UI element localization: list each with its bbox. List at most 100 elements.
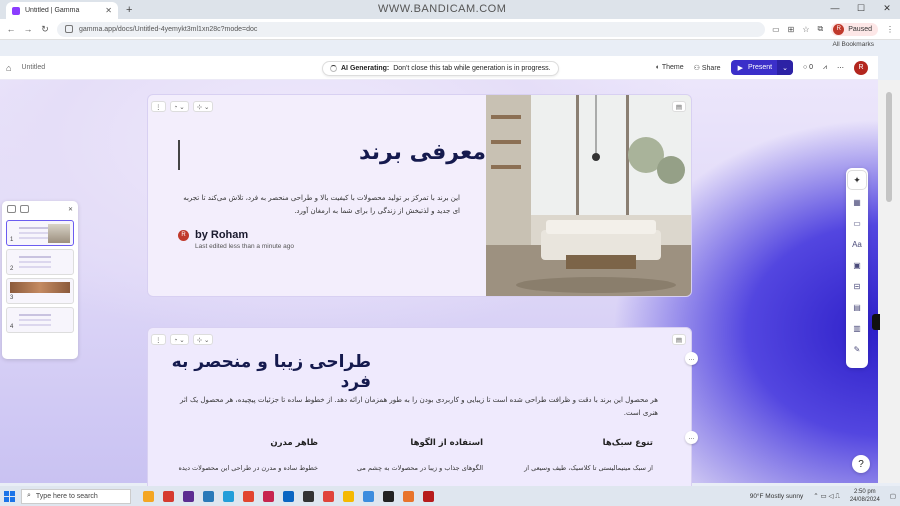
close-tab-icon[interactable]: ✕ xyxy=(105,6,112,15)
forward-icon[interactable]: → xyxy=(23,24,33,34)
app-icon[interactable] xyxy=(303,490,314,502)
card-title[interactable]: طراحی زیبا و منحصر به فرد xyxy=(148,352,371,392)
author-row: R by Roham xyxy=(178,229,248,241)
record-icon[interactable] xyxy=(423,490,434,502)
app-icon[interactable] xyxy=(263,490,274,502)
card-layout-icon[interactable]: ⊹ ⌄ xyxy=(192,334,214,345)
app-icon[interactable] xyxy=(203,490,214,502)
last-edited: Last edited less than a minute ago xyxy=(195,243,295,250)
browser-tab[interactable]: Untitled | Gamma ✕ xyxy=(6,2,118,19)
embed-icon[interactable]: ▤ xyxy=(852,303,862,312)
app-icon[interactable] xyxy=(363,490,374,502)
search-placeholder: Type here to search xyxy=(35,492,98,500)
hero-image-living-room[interactable] xyxy=(486,95,691,296)
thumb-number: 3 xyxy=(10,295,14,301)
taskbar-search[interactable]: ⌕ Type here to search xyxy=(21,488,131,504)
text-style-icon[interactable]: Aa xyxy=(852,240,862,249)
outline-thumb[interactable]: 2 xyxy=(6,249,74,275)
more-icon[interactable]: ⋯ xyxy=(837,64,844,72)
card-body-text[interactable]: هر محصول این برند با دقت و ظرافت طراحی ش… xyxy=(176,394,658,420)
telegram-icon[interactable] xyxy=(223,490,234,502)
share-button[interactable]: ⚇ Share xyxy=(694,64,721,72)
home-icon[interactable]: ⌂ xyxy=(6,63,11,73)
present-button[interactable]: ▶ Present ⌄ xyxy=(730,60,793,75)
image-icon[interactable]: ▣ xyxy=(852,261,862,270)
comment-bubble-icon[interactable]: … xyxy=(685,431,698,444)
outline-thumb[interactable]: 1 xyxy=(6,220,74,246)
weather-widget[interactable]: 90°F Mostly sunny xyxy=(750,493,804,500)
card-style-icon[interactable]: ◔ ⌄ xyxy=(169,334,189,345)
close-window-icon[interactable]: ✕ xyxy=(874,3,900,14)
minimize-icon[interactable]: — xyxy=(822,3,848,14)
help-icon[interactable]: ? xyxy=(852,455,870,473)
menu-icon[interactable]: ⋮ xyxy=(886,25,894,34)
card-design[interactable]: ⋮ ◔ ⌄ ⊹ ⌄ ▤ طراحی زیبا و منحصر به فرد هر… xyxy=(147,327,692,497)
app-icon[interactable] xyxy=(163,490,174,502)
app-icon[interactable] xyxy=(143,490,154,502)
app-icon[interactable] xyxy=(383,490,394,502)
comment-bubble-icon[interactable]: … xyxy=(685,352,698,365)
thumbnail-view-icon[interactable] xyxy=(7,205,16,213)
site-info-icon[interactable] xyxy=(65,25,73,33)
url-field[interactable]: gamma.app/docs/Untitled-4yemykt3ml1xn28c… xyxy=(57,21,766,37)
card-options-icon[interactable]: ▤ xyxy=(671,101,686,112)
feature-text: از سبک مینیمالیستی تا کلاسیک، طیف وسیعی … xyxy=(524,464,653,472)
card-options-icon[interactable]: ▤ xyxy=(671,334,686,345)
generating-text: Don't close this tab while generation is… xyxy=(393,65,551,72)
form-icon[interactable]: ✎ xyxy=(852,345,862,354)
feature-column[interactable]: تنوع سبک‌ها از سبک مینیمالیستی تا کلاسیک… xyxy=(503,438,653,474)
table-icon[interactable]: ⊟ xyxy=(852,282,862,291)
scrollbar-thumb[interactable] xyxy=(886,92,892,202)
extensions-icon[interactable]: ⧉ xyxy=(818,24,824,34)
clock[interactable]: 2:50 pm 24/08/2024 xyxy=(850,488,880,504)
theme-button[interactable]: ◐ Theme xyxy=(656,64,684,71)
windows-start-icon[interactable] xyxy=(4,490,15,502)
user-avatar[interactable]: R xyxy=(854,60,868,75)
card-title[interactable]: معرفی برند xyxy=(359,140,486,165)
tray-icons[interactable]: ⌃ ▭ ◁ ⎍ xyxy=(813,492,840,501)
chart-icon[interactable]: ▥ xyxy=(852,324,862,333)
translate-icon[interactable]: ⊞ xyxy=(788,25,795,34)
ai-generating-banner: AI Generating: Don't close this tab whil… xyxy=(322,61,559,76)
comments-button[interactable]: ○ 0 xyxy=(803,64,813,71)
ai-edit-icon[interactable]: ✦ xyxy=(848,171,866,189)
app-icon[interactable] xyxy=(183,490,194,502)
outline-thumb[interactable]: 4 xyxy=(6,307,74,333)
cast-icon[interactable]: ▭ xyxy=(772,25,780,34)
card-toolbar: ⋮ ◔ ⌄ ⊹ ⌄ xyxy=(151,101,214,112)
app-icon[interactable] xyxy=(283,490,294,502)
feature-heading: تنوع سبک‌ها xyxy=(602,438,653,448)
list-view-icon[interactable] xyxy=(20,205,29,213)
notification-icon[interactable]: ▢ xyxy=(890,492,896,500)
feature-heading: ظاهر مدرن xyxy=(270,438,318,448)
card-layout-icon[interactable]: ⊹ ⌄ xyxy=(192,101,214,112)
outline-thumb[interactable]: 3 xyxy=(6,278,74,304)
back-icon[interactable]: ← xyxy=(6,24,16,34)
card-style-icon[interactable]: ◔ ⌄ xyxy=(169,101,189,112)
present-dropdown-icon[interactable]: ⌄ xyxy=(777,60,793,75)
breadcrumb[interactable]: Untitled xyxy=(21,64,45,71)
close-outline-icon[interactable]: ✕ xyxy=(68,206,73,213)
drag-handle-icon[interactable]: ⋮ xyxy=(151,101,166,112)
card-body-text[interactable]: این برند با تمرکز بر تولید محصولات با کی… xyxy=(176,192,460,218)
all-bookmarks[interactable]: All Bookmarks xyxy=(832,41,874,48)
feature-column[interactable]: ظاهر مدرن خطوط ساده و مدرن در طراحی این … xyxy=(168,438,318,474)
page-scrollbar[interactable] xyxy=(878,80,900,483)
new-tab-button[interactable]: + xyxy=(126,4,132,16)
bookmark-star-icon[interactable]: ☆ xyxy=(802,25,809,34)
app-icon[interactable] xyxy=(323,490,334,502)
chrome-icon[interactable] xyxy=(243,490,254,502)
drag-handle-icon[interactable]: ⋮ xyxy=(151,334,166,345)
layout-icon[interactable]: ▭ xyxy=(852,219,862,228)
side-extension-tab[interactable] xyxy=(872,314,880,330)
app-icon[interactable] xyxy=(343,490,354,502)
app-icon[interactable] xyxy=(403,490,414,502)
profile-button[interactable]: R Paused xyxy=(831,22,878,36)
feature-column[interactable]: استفاده از الگوها الگوهای جذاب و زیبا در… xyxy=(333,438,483,474)
reload-icon[interactable]: ↻ xyxy=(40,24,50,35)
card-templates-icon[interactable]: ▦ xyxy=(852,198,862,207)
generating-label: AI Generating: xyxy=(341,65,390,72)
maximize-icon[interactable]: ☐ xyxy=(848,3,874,14)
card-brand-intro[interactable]: ⋮ ◔ ⌄ ⊹ ⌄ معرفی برند این برند با تمرکز ب… xyxy=(147,94,692,297)
analytics-icon[interactable]: ⩘ xyxy=(823,64,827,72)
